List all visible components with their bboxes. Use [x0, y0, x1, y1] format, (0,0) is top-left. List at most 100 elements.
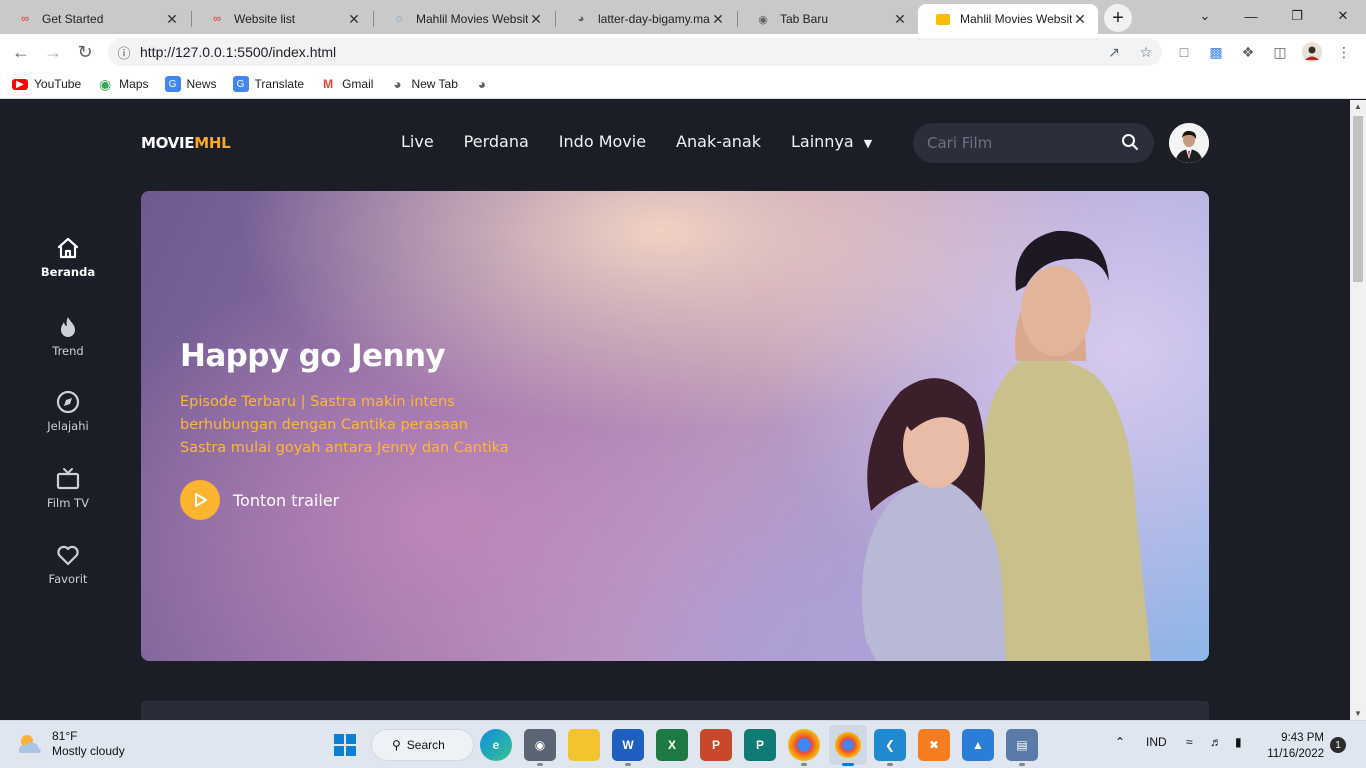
nav-indo-movie[interactable]: Indo Movie	[559, 132, 646, 151]
watch-trailer-button[interactable]: Tonton trailer	[180, 480, 339, 520]
browser-tab[interactable]: ◕ latter-day-bigamy.mat ✕	[556, 4, 736, 34]
main-nav: Live Perdana Indo Movie Anak-anak Lainny…	[401, 132, 902, 151]
extensions-puzzle-icon[interactable]: ❖	[1236, 40, 1260, 64]
bookmark-new-tab[interactable]: ◕ New Tab	[389, 76, 458, 92]
bookmark-gmail[interactable]: M Gmail	[320, 76, 373, 92]
webpage: MOVIEMHL Live Perdana Indo Movie Anak-an…	[0, 100, 1350, 720]
logo-accent-text: MHL	[194, 134, 231, 152]
language-indicator[interactable]: IND	[1146, 735, 1167, 749]
bookmark-maps[interactable]: ◉ Maps	[97, 76, 148, 92]
publisher-icon[interactable]: P	[744, 729, 776, 761]
minimize-button[interactable]: —	[1228, 0, 1274, 32]
weather-widget[interactable]: 81°F Mostly cloudy	[16, 729, 125, 759]
bookmark-news[interactable]: G News	[164, 76, 217, 92]
page-scrollbar[interactable]: ▲ ▼	[1350, 100, 1366, 720]
nav-lainnya-label: Lainnya	[791, 132, 854, 151]
globe-icon: ◕	[577, 13, 585, 25]
system-clock[interactable]: 9:43 PM 11/16/2022	[1262, 730, 1324, 762]
taskbar-search[interactable]: ⚲ Search	[371, 729, 474, 761]
nav-perdana[interactable]: Perdana	[464, 132, 529, 151]
play-icon[interactable]	[180, 480, 220, 520]
side-panel-icon[interactable]: ◫	[1268, 40, 1292, 64]
bookmark-translate[interactable]: G Translate	[232, 76, 305, 92]
translate-extension-icon[interactable]: ▩	[1204, 40, 1228, 64]
info-icon[interactable]: ⓘ	[108, 43, 140, 62]
profile-avatar-icon[interactable]	[1300, 40, 1324, 64]
close-window-button[interactable]: ✕	[1320, 0, 1366, 32]
taskbar-search-label: Search	[406, 738, 445, 752]
browser-tab-active[interactable]: Mahlil Movies Website ✕	[918, 4, 1098, 34]
wifi-icon[interactable]: ≈	[1186, 735, 1193, 749]
weather-temp: 81°F	[52, 729, 78, 743]
remote-desktop-icon[interactable]: ▤	[1006, 729, 1038, 761]
excel-icon[interactable]: X	[656, 729, 688, 761]
browser-tab[interactable]: ◌ Mahlil Movies Website ✕	[374, 4, 554, 34]
powerpoint-icon[interactable]: P	[700, 729, 732, 761]
url-text[interactable]: http://127.0.0.1:5500/index.html	[140, 44, 1098, 60]
menu-kebab-icon[interactable]: ⋮	[1332, 40, 1356, 64]
compass-icon	[56, 390, 80, 414]
bookmark-star-icon[interactable]: ☆	[1130, 44, 1162, 61]
search-icon[interactable]	[1121, 133, 1140, 153]
browser-tab[interactable]: ∞ Website list ✕	[192, 4, 372, 34]
tray-chevron-up-icon[interactable]: ⌃	[1115, 735, 1125, 749]
chrome-icon: ◉	[758, 13, 768, 26]
photos-icon[interactable]: ▲	[962, 729, 994, 761]
nav-lainnya-dropdown[interactable]: Lainnya ▼	[791, 132, 872, 151]
search-input[interactable]	[927, 134, 1121, 152]
tab-search-chevron-icon[interactable]: ⌄	[1182, 0, 1228, 32]
scrollbar-thumb[interactable]	[1353, 116, 1363, 282]
sidebar-item-film-tv[interactable]: Film TV	[24, 466, 112, 510]
close-icon[interactable]: ✕	[528, 11, 544, 28]
close-icon[interactable]: ✕	[164, 11, 180, 28]
browser-tab[interactable]: ∞ Get Started ✕	[0, 4, 190, 34]
close-icon[interactable]: ✕	[346, 11, 362, 28]
close-icon[interactable]: ✕	[1072, 11, 1088, 28]
page-icon[interactable]: □	[1172, 40, 1196, 64]
share-icon[interactable]: ↗	[1098, 44, 1130, 61]
running-indicator	[1019, 763, 1025, 766]
browser-tab[interactable]: ◉ Tab Baru ✕	[738, 4, 918, 34]
hero-description-line: berhubungan dengan Cantika perasaan	[180, 417, 468, 433]
folder-icon	[936, 13, 950, 25]
hero-banner: Happy go Jenny Episode Terbaru | Sastra …	[141, 191, 1209, 661]
camera-icon[interactable]: ◉	[524, 729, 556, 761]
chrome-icon[interactable]	[788, 729, 820, 761]
notification-badge[interactable]: 1	[1330, 737, 1346, 753]
nav-anak-anak[interactable]: Anak-anak	[676, 132, 761, 151]
vscode-icon[interactable]: ❮	[874, 729, 906, 761]
reload-button[interactable]: ↻	[72, 39, 98, 65]
sidebar-item-favorit[interactable]: Favorit	[24, 542, 112, 586]
forward-button[interactable]: →	[40, 39, 66, 65]
new-tab-button[interactable]: +	[1104, 4, 1132, 32]
sidebar-item-trend[interactable]: Trend	[24, 314, 112, 358]
tab-title: Get Started	[42, 12, 104, 26]
volume-icon[interactable]: ♬	[1210, 735, 1222, 749]
battery-icon[interactable]: ▮	[1235, 735, 1242, 749]
scroll-up-arrow-icon[interactable]: ▲	[1350, 102, 1366, 111]
address-bar[interactable]: ⓘ http://127.0.0.1:5500/index.html ↗ ☆	[108, 38, 1162, 66]
home-icon	[57, 237, 79, 259]
trailer-label: Tonton trailer	[233, 490, 340, 510]
chrome-active-icon[interactable]	[829, 725, 867, 765]
sidebar-item-beranda[interactable]: Beranda	[24, 235, 112, 279]
file-explorer-icon[interactable]	[568, 729, 600, 761]
close-icon[interactable]: ✕	[710, 11, 726, 28]
sidebar-item-jelajahi[interactable]: Jelajahi	[24, 389, 112, 433]
edge-icon[interactable]: e	[480, 729, 512, 761]
user-avatar[interactable]	[1169, 123, 1209, 163]
close-icon[interactable]: ✕	[892, 11, 908, 28]
site-logo[interactable]: MOVIEMHL	[141, 134, 231, 152]
scroll-down-arrow-icon[interactable]: ▼	[1350, 709, 1366, 718]
xampp-icon[interactable]: ✖	[918, 729, 950, 761]
hero-description: Episode Terbaru | Sastra makin intens be…	[180, 391, 560, 460]
bookmark-globe[interactable]: ◕	[474, 76, 496, 92]
bookmark-youtube[interactable]: ▶ YouTube	[12, 77, 81, 91]
back-button[interactable]: ←	[8, 39, 34, 65]
bookmark-label: Translate	[254, 77, 305, 91]
windows-start-icon[interactable]	[329, 729, 361, 761]
hero-title: Happy go Jenny	[180, 338, 446, 374]
nav-live[interactable]: Live	[401, 132, 434, 151]
maximize-button[interactable]: ❐	[1274, 0, 1320, 32]
word-icon[interactable]: W	[612, 729, 644, 761]
